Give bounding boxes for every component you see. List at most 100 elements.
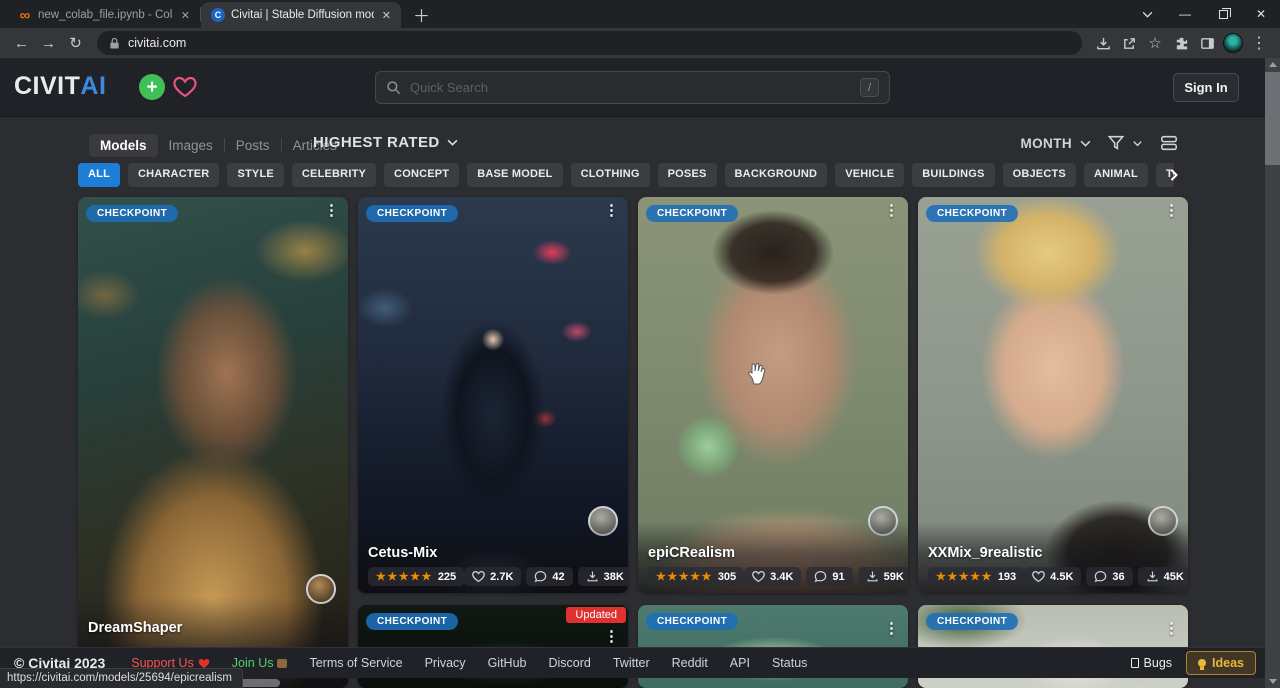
chip-buildings[interactable]: BUILDINGS [912,163,994,187]
card-layout-icon[interactable] [1160,134,1178,152]
model-card-cetus-mix[interactable]: CHECKPOINT ⋮ Cetus-Mix ★★★★★ 225 2.7K [358,197,628,593]
chip-background[interactable]: BACKGROUND [725,163,828,187]
forward-button[interactable]: → [35,30,62,56]
tab-close-icon[interactable]: ✕ [179,9,192,22]
page-scrollbar[interactable] [1265,58,1280,688]
chip-style[interactable]: STYLE [227,163,283,187]
browser-window: ∞ new_colab_file.ipynb - Colaborat ✕ C C… [0,0,1280,688]
chip-poses[interactable]: POSES [658,163,717,187]
card-menu-icon[interactable]: ⋮ [604,203,619,218]
scrollbar-thumb[interactable] [1265,72,1280,165]
browser-menu-icon[interactable]: ⋮ [1246,30,1272,56]
filter-funnel-icon[interactable] [1107,134,1125,152]
checkpoint-badge[interactable]: CHECKPOINT [366,613,458,630]
card-menu-icon[interactable]: ⋮ [1164,621,1179,636]
chip-vehicle[interactable]: VEHICLE [835,163,904,187]
restore-button[interactable] [1204,0,1242,28]
search-bar[interactable]: / [375,71,890,104]
chips-scroll-right-icon[interactable] [1164,165,1184,185]
tab-colab[interactable]: ∞ new_colab_file.ipynb - Colaborat ✕ [8,2,200,28]
search-shortcut-badge: / [860,78,879,97]
card-menu-icon[interactable]: ⋮ [324,203,339,218]
checkpoint-badge[interactable]: CHECKPOINT [646,205,738,222]
tab-civitai[interactable]: C Civitai | Stable Diffusion models, ✕ [201,2,401,28]
scrollbar-up-icon[interactable] [1265,58,1280,71]
close-button[interactable]: ✕ [1242,0,1280,28]
comment-icon [534,570,547,583]
chip-all[interactable]: ALL [78,163,120,187]
rating-pill: ★★★★★ 193 [928,567,1024,586]
share-icon[interactable] [1116,30,1142,56]
status-link[interactable]: Status [772,656,807,670]
comments-pill: 36 [1086,567,1132,586]
extensions-puzzle-icon[interactable] [1168,30,1194,56]
downloads-pill: 59K [858,567,908,586]
likes-pill: 2.7K [464,567,521,586]
chip-objects[interactable]: OBJECTS [1003,163,1076,187]
chip-character[interactable]: CHARACTER [128,163,219,187]
bookmark-star-icon[interactable]: ☆ [1142,30,1168,56]
favorites-heart-icon[interactable] [172,74,198,100]
sort-dropdown[interactable]: HIGHEST RATED [313,134,458,151]
tab-title: new_colab_file.ipynb - Colaborat [38,9,173,21]
tab-models[interactable]: Models [89,134,158,157]
model-card-dreamshaper[interactable]: CHECKPOINT ⋮ DreamShaper [78,197,348,688]
side-panel-icon[interactable] [1194,30,1220,56]
colab-icon: ∞ [18,8,32,22]
lightbulb-icon [1198,659,1206,667]
minimize-button[interactable]: — [1166,0,1204,28]
model-card-epicrealism[interactable]: CHECKPOINT ⋮ epiCRealism ★★★★★ 305 3.4K [638,197,908,593]
github-link[interactable]: GitHub [488,656,527,670]
discord-link[interactable]: Discord [548,656,590,670]
rating-count: 193 [998,571,1016,583]
search-input[interactable] [410,80,860,95]
checkpoint-badge[interactable]: CHECKPOINT [926,205,1018,222]
period-dropdown[interactable]: MONTH [1021,136,1073,151]
model-card-xxmix-9realistic[interactable]: CHECKPOINT ⋮ XXMix_9realistic ★★★★★ 193 … [918,197,1188,593]
downloads-icon[interactable] [1090,30,1116,56]
chip-animal[interactable]: ANIMAL [1084,163,1148,187]
scrollbar-down-icon[interactable] [1265,675,1280,688]
reload-button[interactable]: ↻ [62,30,89,56]
address-bar[interactable]: civitai.com [97,31,1082,55]
checkpoint-badge[interactable]: CHECKPOINT [86,205,178,222]
civitai-logo[interactable]: CIVITAI [14,72,106,101]
join-us-icon [277,659,287,668]
profile-avatar[interactable] [1220,30,1246,56]
checkpoint-badge[interactable]: CHECKPOINT [366,205,458,222]
ideas-button[interactable]: Ideas [1186,651,1256,675]
create-plus-button[interactable]: + [139,74,165,100]
card-menu-icon[interactable]: ⋮ [884,621,899,636]
search-icon [386,80,401,95]
api-link[interactable]: API [730,656,750,670]
sign-in-button[interactable]: Sign In [1173,73,1239,102]
chip-clothing[interactable]: CLOTHING [571,163,650,187]
chip-concept[interactable]: CONCEPT [384,163,459,187]
privacy-link[interactable]: Privacy [425,656,466,670]
bugs-link[interactable]: Bugs [1131,656,1173,670]
chip-celebrity[interactable]: CELEBRITY [292,163,376,187]
tab-posts[interactable]: Posts [225,134,281,157]
terms-link[interactable]: Terms of Service [309,656,402,670]
card-menu-icon[interactable]: ⋮ [604,629,619,644]
tab-close-icon[interactable]: ✕ [380,9,393,22]
rating-pill: ★★★★★ 305 [648,567,744,586]
tab-images[interactable]: Images [158,134,224,157]
lock-icon [109,37,120,50]
checkpoint-badge[interactable]: CHECKPOINT [926,613,1018,630]
card-menu-icon[interactable]: ⋮ [884,203,899,218]
model-title: epiCRealism [648,545,898,561]
stats-row: ★★★★★ 193 4.5K 36 [928,567,1178,586]
new-tab-button[interactable]: ＋ [401,0,442,28]
stat-pills: 2.7K 42 38K [464,567,628,586]
likes-pill: 4.5K [1024,567,1081,586]
download-icon [866,570,879,583]
tab-search-chevron-icon[interactable] [1128,0,1166,28]
chip-base-model[interactable]: BASE MODEL [467,163,562,187]
back-button[interactable]: ← [8,30,35,56]
reddit-link[interactable]: Reddit [672,656,708,670]
checkpoint-badge[interactable]: CHECKPOINT [646,613,738,630]
twitter-link[interactable]: Twitter [613,656,650,670]
card-menu-icon[interactable]: ⋮ [1164,203,1179,218]
rating-pill: ★★★★★ 225 [368,567,464,586]
